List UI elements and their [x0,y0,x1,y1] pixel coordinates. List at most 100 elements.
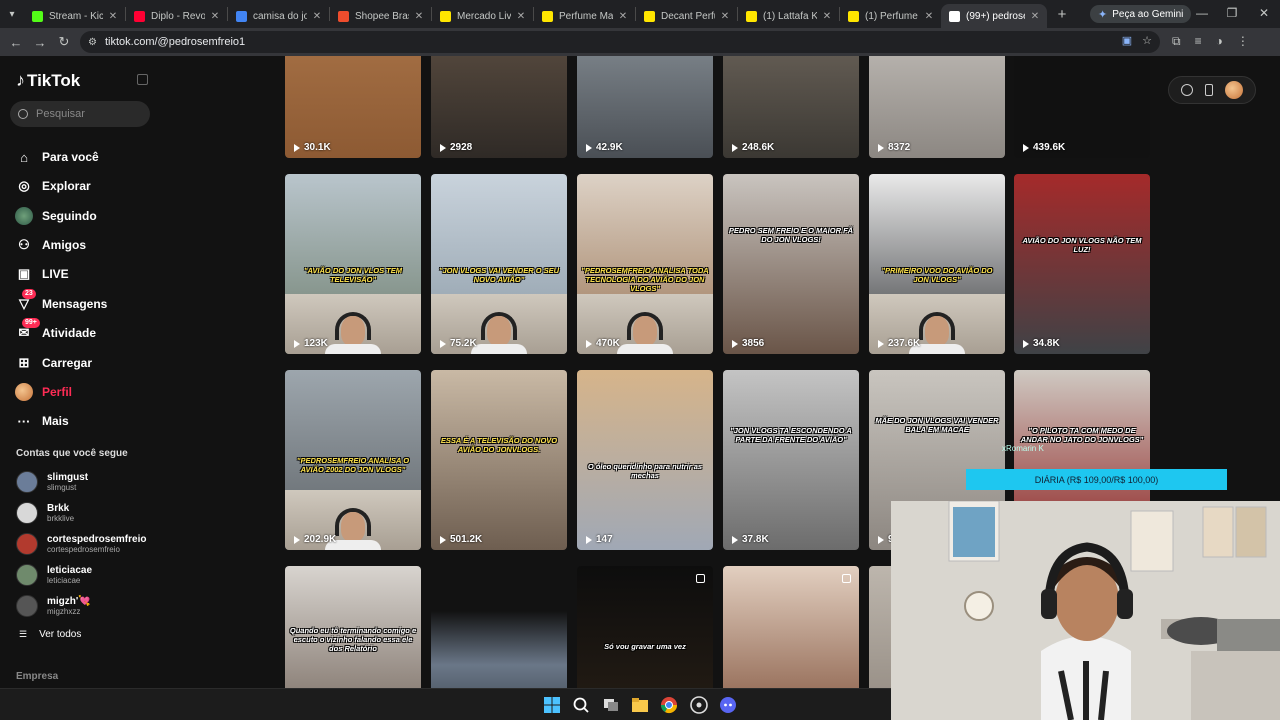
nav-item[interactable]: ✉ 99+ Atividade [15,318,96,342]
maximize-icon[interactable]: ❐ [1222,6,1242,20]
tab-close-icon[interactable]: ✕ [209,11,221,22]
reload-icon[interactable]: ↻ [52,34,76,50]
task-view-icon[interactable] [602,696,620,714]
followed-account[interactable]: slimgust slimgust [16,471,88,493]
nav-item[interactable]: ⊞ Carregar [15,354,92,372]
view-count-value: 3856 [742,338,765,349]
footer-company-link[interactable]: Empresa [16,671,58,682]
video-thumbnail[interactable]: AVIÃO DO JON VLOGS NÃO TEM LUZ! 34.8K [1014,174,1150,354]
nav-item[interactable]: ⚇ Amigos [15,236,86,254]
view-count: 42.9K [586,142,623,153]
gemini-label: Peça ao Gemini [1112,8,1184,20]
nav-label: Amigos [42,238,87,252]
tab-close-icon[interactable]: ✕ [413,11,425,22]
new-tab-plus-icon[interactable]: + [1051,6,1073,23]
followed-account[interactable]: Brkk brkklive [16,502,74,524]
video-thumbnail[interactable]: 42.9K [577,56,713,158]
video-thumbnail[interactable]: 2928 [431,56,567,158]
browser-tab[interactable]: Diplo - Revoluti ✕ [126,4,227,28]
view-count-value: 202.9K [304,534,337,545]
tab-close-icon[interactable]: ✕ [311,11,323,22]
nav-item[interactable]: ● Seguindo [15,207,97,225]
tab-close-icon[interactable]: ✕ [821,11,833,22]
browser-tab[interactable]: Stream - Kick D ✕ [24,4,125,28]
windows-start-icon[interactable] [543,696,561,714]
video-thumbnail[interactable]: 439.6K [1014,56,1150,158]
nav-item[interactable]: ◎ Explorar [15,177,90,195]
chrome-taskbar-icon[interactable] [660,696,678,714]
back-arrow-icon[interactable]: ← [4,35,28,50]
coins-icon[interactable] [1181,84,1193,96]
get-app-phone-icon[interactable] [1205,84,1213,96]
followed-account[interactable]: migzh'💘 migzhxzz [16,595,91,617]
tab-search-chevron-icon[interactable]: ▾ [0,0,24,28]
collapse-sidebar-icon[interactable] [137,74,148,85]
nav-item[interactable]: ▽ 23 Mensagens [15,289,107,313]
browser-tab[interactable]: Perfume Masc ✕ [534,4,635,28]
mercadolivre-icon [848,10,859,22]
video-thumbnail[interactable]: "JON VLOGS TA ESCONDENDO A PARTE DA FREN… [723,370,859,550]
obs-taskbar-icon[interactable] [690,696,708,714]
see-all-link[interactable]: ☰ Ver todos [19,629,81,640]
browser-tab[interactable]: (1) Lattafa Khar ✕ [738,4,839,28]
browser-tab[interactable]: (99+) pedrosem ✕ [941,4,1047,28]
video-thumbnail[interactable]: Só vou gravar uma vez [577,566,713,688]
video-thumbnail[interactable]: 30.1K [285,56,421,158]
video-thumbnail[interactable]: "PRIMEIRO VOO DO AVIÃO DO JON VLOGS" 237.… [869,174,1005,354]
followed-account[interactable]: leticiacae leticiacae [16,564,92,586]
reading-list-icon[interactable]: ≡ [1195,34,1202,49]
video-thumbnail[interactable]: 8372 [869,56,1005,158]
video-thumbnail[interactable]: "PEDROSEMFREIO ANALISA O AVIÃO 2002 DO J… [285,370,421,550]
browser-tab[interactable]: Shopee Brasil | ✕ [330,4,431,28]
view-count-value: 2928 [450,142,473,153]
forward-arrow-icon[interactable]: → [28,35,52,50]
video-thumbnail[interactable] [431,566,567,688]
browser-menu-icon[interactable]: ⋮ [1237,34,1249,49]
tab-close-icon[interactable]: ✕ [515,11,527,22]
play-icon [1023,143,1029,152]
close-window-icon[interactable]: ✕ [1254,6,1274,20]
profile-icon[interactable]: ◑ [1216,34,1223,49]
extensions-icon[interactable]: ⧉ [1172,34,1181,49]
site-info-icon[interactable]: ⚙ [88,37,97,48]
video-thumbnail[interactable]: ESSA É A TELEVISÃO DO NOVO AVIÃO DO JONV… [431,370,567,550]
video-thumbnail[interactable]: PEDRO SEM FREIO E O MAIOR FÃ DO JON VLOG… [723,174,859,354]
tiktok-logo-text: TikTok [27,70,81,90]
video-thumbnail[interactable] [723,566,859,688]
followed-account[interactable]: cortespedrosemfreio cortespedrosemfreio [16,533,146,555]
address-bar[interactable]: ⚙ tiktok.com/@pedrosemfreio1 ▣ ☆ [80,31,1160,53]
nav-item[interactable]: ··· Mais [15,412,69,430]
translate-icon[interactable]: ▣ [1122,34,1132,47]
tab-close-icon[interactable]: ✕ [107,11,119,22]
top-right-controls [1168,76,1256,104]
video-thumbnail[interactable]: 248.6K [723,56,859,158]
taskbar-search-icon[interactable] [572,696,590,714]
file-explorer-icon[interactable] [631,696,649,714]
video-thumbnail[interactable]: "JON VLOGS VAI VENDER O SEU NOVO AVIÃO" 7… [431,174,567,354]
bookmark-star-icon[interactable]: ☆ [1142,34,1152,47]
browser-tab[interactable]: Decant Perfume ✕ [636,4,737,28]
discord-taskbar-icon[interactable] [719,696,737,714]
browser-tab[interactable]: Mercado Livre ✕ [432,4,533,28]
minimize-icon[interactable]: — [1192,6,1212,20]
video-thumbnail[interactable]: Quando eu tô terminando comigo e escuto … [285,566,421,688]
nav-item[interactable]: ● Perfil [15,383,72,401]
gemini-button[interactable]: ✦ Peça ao Gemini [1090,5,1192,23]
browser-tab[interactable]: camisa do john ✕ [228,4,329,28]
tab-close-icon[interactable]: ✕ [1029,11,1041,22]
view-count: 2928 [440,142,472,153]
view-count: 123K [294,338,328,349]
video-thumbnail[interactable]: "AVIÃO DO JON VLOS TEM TELEVISÃO" 123K [285,174,421,354]
video-thumbnail[interactable]: O óleo queridinho para nutrir as mechas 1… [577,370,713,550]
nav-item[interactable]: ⌂ Para você [15,148,99,166]
video-thumbnail[interactable]: "PEDROSEMFREIO ANALISA TODA TECNOLOGIA D… [577,174,713,354]
tab-close-icon[interactable]: ✕ [617,11,629,22]
tab-close-icon[interactable]: ✕ [719,11,731,22]
nav-item[interactable]: ▣ LIVE [15,265,69,283]
nav-label: Seguindo [42,209,97,223]
tab-close-icon[interactable]: ✕ [923,11,935,22]
user-avatar[interactable] [1225,81,1243,99]
search-input[interactable]: Pesquisar [10,101,150,127]
browser-tab[interactable]: (1) Perfume Lat ✕ [840,4,941,28]
tiktok-logo[interactable]: ♪ TikTok [16,70,80,91]
